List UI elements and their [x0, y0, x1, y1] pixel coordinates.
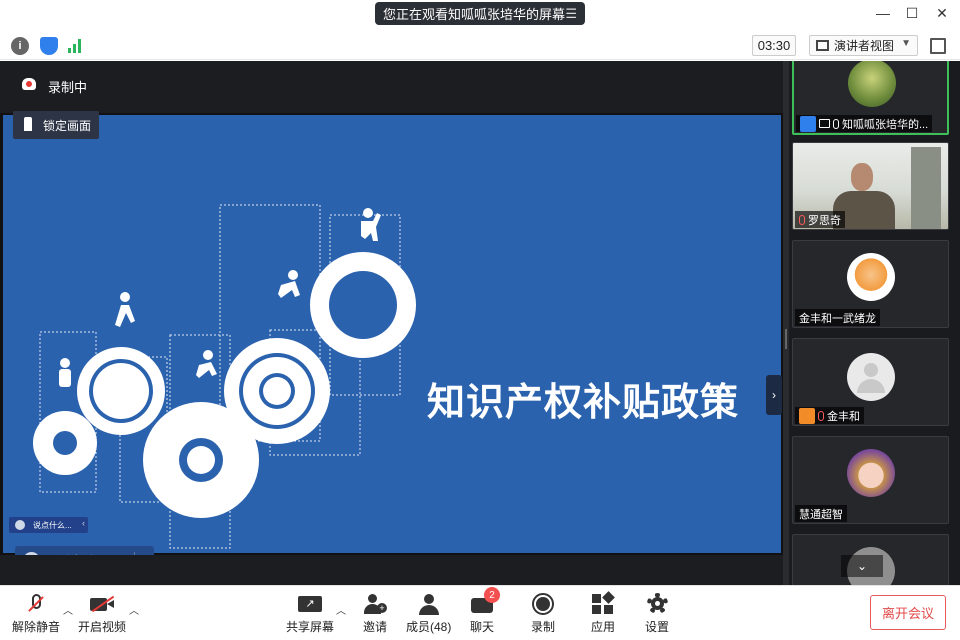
settings-button[interactable]: 设置 [645, 593, 669, 635]
record-button[interactable]: 录制 [531, 593, 555, 635]
meeting-info-bar: i 03:30 演讲者视图 ▼ [0, 30, 960, 60]
maximize-icon[interactable]: ☐ [902, 5, 922, 22]
fullscreen-icon[interactable] [930, 38, 946, 54]
participants-panel: 知呱呱张培华的... 罗思奇 金丰和一武绪龙 金丰和 慧通超智 ⌄ [789, 61, 960, 585]
participant-tile[interactable]: 慧通超智 [792, 436, 949, 524]
shared-screen-area: 录制中 知识产权补贴政策 锁定画面 说点什么... ‹ › [0, 61, 783, 585]
mic-off-icon [799, 214, 805, 225]
participant-name-bar: 金丰和 [795, 407, 864, 424]
gear-icon [645, 593, 669, 615]
chevron-right-icon: › [772, 388, 776, 402]
mic-muted-icon [24, 593, 48, 615]
gears-illustration [33, 204, 416, 549]
participant-name: 罗思奇 [808, 214, 841, 227]
minimize-icon[interactable]: — [873, 5, 893, 21]
leave-meeting-button[interactable]: 离开会议 [870, 595, 946, 630]
cloud-record-icon [22, 78, 36, 90]
share-label: 共享屏幕 [286, 620, 335, 634]
apps-button[interactable]: 应用 [591, 591, 616, 635]
chat-placeholder-mini: 说点什么... [33, 520, 72, 530]
signal-icon[interactable] [68, 39, 84, 53]
share-screen-button[interactable]: ↗ 共享屏幕 [286, 593, 334, 635]
unread-badge: 2 [484, 587, 500, 603]
share-screen-icon: ↗ [298, 593, 322, 615]
share-notice-text: 您正在观看知呱呱张培华的屏幕 [383, 7, 566, 22]
lock-view-label: 锁定画面 [43, 118, 92, 133]
participant-name: 金丰和一武绪龙 [799, 312, 876, 325]
chat-icon: 2 [470, 587, 500, 615]
chat-button[interactable]: 2 聊天 [470, 587, 500, 635]
view-mode-label: 演讲者视图 [834, 39, 895, 53]
drag-handle[interactable] [785, 329, 787, 349]
pin-icon [24, 117, 32, 131]
chevron-down-icon: ▼ [901, 38, 911, 49]
participant-name-bar: 知呱呱张培华的... [796, 115, 933, 132]
participant-name: 知呱呱张培华的... [842, 118, 929, 131]
screen-share-notice[interactable]: 您正在观看知呱呱张培华的屏幕 ☰ [375, 2, 585, 25]
security-shield-icon[interactable] [40, 37, 58, 55]
co-host-badge-icon [799, 407, 815, 424]
chevron-up-icon[interactable]: ︿ [129, 602, 139, 617]
host-badge-icon [800, 115, 816, 132]
chevron-left-icon[interactable]: ‹ [82, 518, 85, 528]
participant-name-bar: 金丰和一武绪龙 [795, 309, 880, 326]
participant-tile[interactable]: 知呱呱张培华的... [792, 61, 949, 135]
members-label: 成员(48) [406, 620, 452, 634]
apps-label: 应用 [591, 620, 616, 634]
stage-bottom-strip [0, 555, 783, 585]
participant-tile[interactable]: 罗思奇 [792, 142, 949, 230]
default-avatar-icon [847, 353, 895, 401]
invite-button[interactable]: + 邀请 [363, 593, 387, 635]
start-video-button[interactable]: 开启视频 [78, 593, 126, 635]
unmute-button[interactable]: 解除静音 [12, 593, 60, 635]
emoji-icon [15, 520, 25, 530]
add-user-icon: + [363, 593, 387, 615]
video-off-icon [90, 593, 115, 615]
presentation-slide: 知识产权补贴政策 [3, 115, 781, 553]
participant-name-bar: 慧通超智 [795, 505, 847, 522]
members-button[interactable]: 成员(48) [406, 593, 451, 635]
video-label: 开启视频 [78, 620, 127, 634]
view-mode-dropdown[interactable]: 演讲者视图 ▼ [809, 35, 918, 56]
participant-tile[interactable]: ⌄ [792, 534, 949, 585]
window-frame [911, 147, 941, 229]
mute-label: 解除静音 [12, 620, 61, 634]
participant-name-bar: 罗思奇 [795, 211, 845, 228]
screen-share-icon [819, 119, 830, 128]
meeting-toolbar: 解除静音 ︿ 开启视频 ︿ ↗ 共享屏幕 ︿ + 邀请 成员(48) 2 聊天 … [0, 585, 960, 640]
participant-name: 金丰和 [827, 410, 860, 423]
avatar [848, 61, 896, 107]
participant-tile[interactable]: 金丰和 [792, 338, 949, 426]
chat-input-mini[interactable]: 说点什么... ‹ [9, 517, 88, 533]
settings-label: 设置 [645, 620, 670, 634]
title-bar: 您正在观看知呱呱张培华的屏幕 ☰ — ☐ ✕ [0, 0, 960, 30]
menu-icon[interactable]: ☰ [565, 6, 577, 22]
avatar [847, 449, 895, 497]
chevron-down-icon[interactable]: ⌄ [841, 555, 883, 577]
mic-icon [833, 118, 839, 129]
chevron-up-icon[interactable]: ︿ [63, 602, 73, 617]
recording-bar: 录制中 [0, 61, 783, 113]
mic-off-icon [818, 410, 824, 421]
participant-tile[interactable]: 金丰和一武绪龙 [792, 240, 949, 328]
chat-label: 聊天 [470, 620, 495, 634]
invite-label: 邀请 [363, 620, 388, 634]
chevron-up-icon[interactable]: ︿ [336, 602, 346, 617]
participant-name: 慧通超智 [799, 508, 843, 521]
apps-icon [591, 591, 615, 615]
lock-view-button[interactable]: 锁定画面 [13, 111, 99, 139]
collapse-panel-button[interactable]: › [766, 375, 782, 415]
meeting-timer: 03:30 [752, 35, 796, 56]
close-icon[interactable]: ✕ [932, 5, 952, 22]
avatar [847, 253, 895, 301]
recording-label: 录制中 [48, 80, 88, 95]
info-icon[interactable]: i [11, 37, 29, 55]
layout-icon [816, 40, 829, 51]
record-label: 录制 [531, 620, 556, 634]
record-icon [531, 593, 555, 615]
slide-title: 知识产权补贴政策 [427, 380, 740, 424]
members-icon [417, 593, 441, 615]
